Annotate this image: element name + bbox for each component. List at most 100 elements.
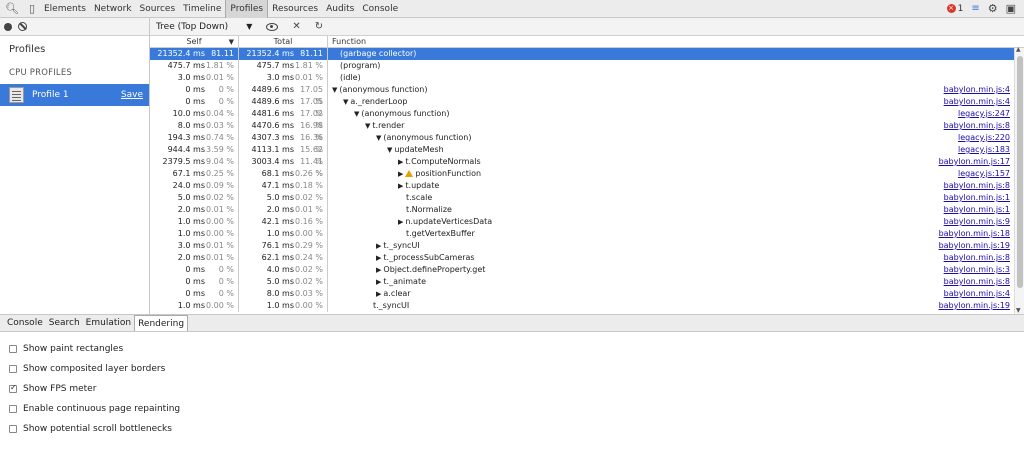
scroll-up-icon[interactable]: ▲ (1016, 46, 1021, 53)
clear-icon[interactable] (18, 22, 27, 31)
table-row[interactable]: 8.0 ms 0.03 % 4470.6 ms 16.98 % ▼ t.render bab… (150, 120, 1024, 142)
function-cell: ▶ positionFunction legacy.js:157 (328, 168, 1024, 180)
error-counter[interactable]: × 1 (946, 4, 963, 14)
tab-console[interactable]: Console (358, 0, 402, 18)
tab-sources[interactable]: Sources (136, 0, 180, 18)
source-link[interactable]: legacy.js:183 (958, 144, 1010, 156)
dock-side-icon[interactable]: ▣ (1006, 2, 1016, 15)
scroll-down-icon[interactable]: ▼ (1016, 307, 1021, 314)
option-checkbox[interactable] (9, 425, 17, 433)
tab-network[interactable]: Network (90, 0, 136, 18)
table-row[interactable]: 10.0 ms 0.04 % 4481.6 ms 17.02 % ▼ (anonymous… (150, 108, 1024, 130)
expanded-triangle-icon[interactable]: ▼ (387, 146, 392, 154)
table-row[interactable]: 2.0 ms 0.01 % 62.1 ms 0.24 % ▶ t._processSubC… (150, 252, 1024, 264)
option-checkbox[interactable] (9, 383, 17, 393)
tab-elements[interactable]: Elements (40, 0, 90, 18)
source-link[interactable]: babylon.min.js:18 (939, 228, 1010, 240)
scrollbar-thumb[interactable] (1017, 56, 1023, 288)
table-row[interactable]: 0 ms 0 % 4489.6 ms 17.05 % ▼ (anonymous funct… (150, 84, 1024, 106)
tab-audits[interactable]: Audits (322, 0, 358, 18)
expanded-triangle-icon[interactable]: ▼ (365, 122, 370, 130)
option-label[interactable]: Show composited layer borders (23, 364, 165, 374)
table-row[interactable]: 67.1 ms 0.25 % 68.1 ms 0.26 % ▶ positionFunct… (150, 168, 1024, 180)
source-link[interactable]: babylon.min.js:8 (944, 252, 1010, 264)
expanded-triangle-icon[interactable]: ▼ (343, 98, 348, 106)
option-label[interactable]: Show FPS meter (23, 384, 96, 394)
drawer-tab-search[interactable]: Search (46, 315, 83, 331)
option-checkbox[interactable] (9, 405, 17, 413)
search-icon[interactable]: 🔍︎ (4, 0, 20, 18)
source-link[interactable]: legacy.js:220 (958, 132, 1010, 144)
table-row[interactable]: 0 ms 0 % 8.0 ms 0.03 % ▶ a.clear babylon.min.j… (150, 288, 1024, 300)
header-function[interactable]: Function (328, 36, 1024, 47)
expanded-triangle-icon[interactable]: ▼ (332, 86, 337, 94)
settings-gear-icon[interactable]: ⚙ (988, 2, 998, 15)
device-mode-icon[interactable]: ▯ (24, 0, 40, 18)
save-link[interactable]: Save (121, 90, 143, 100)
table-row[interactable]: 2.0 ms 0.01 % 2.0 ms 0.01 % t.Normalize babyl… (150, 204, 1024, 216)
table-row[interactable]: 2379.5 ms 9.04 % 3003.4 ms 11.41 % ▶ t.Comput… (150, 156, 1024, 178)
vertical-scrollbar[interactable]: ▲ ▼ (1014, 46, 1024, 314)
restore-reload-icon[interactable]: ↻ (315, 21, 323, 32)
collapsed-triangle-icon[interactable]: ▶ (376, 278, 381, 286)
drawer-tab-emulation[interactable]: Emulation (83, 315, 134, 331)
view-mode-select[interactable]: Tree (Top Down) ▼ (156, 22, 252, 32)
collapsed-triangle-icon[interactable]: ▶ (398, 158, 403, 166)
option-label[interactable]: Enable continuous page repainting (23, 404, 180, 414)
table-row[interactable]: 21352.4 ms 81.11 % 21352.4 ms 81.11 % (garba… (150, 48, 1024, 70)
table-row[interactable]: 1.0 ms 0.00 % 42.1 ms 0.16 % ▶ n.updateVertic… (150, 216, 1024, 228)
table-row[interactable]: 3.0 ms 0.01 % 3.0 ms 0.01 % (idle) (150, 72, 1024, 84)
expanded-triangle-icon[interactable]: ▼ (376, 134, 381, 142)
table-row[interactable]: 24.0 ms 0.09 % 47.1 ms 0.18 % ▶ t.update babyl… (150, 180, 1024, 192)
collapsed-triangle-icon[interactable]: ▶ (376, 254, 381, 262)
expanded-triangle-icon[interactable]: ▼ (354, 110, 359, 118)
table-row[interactable]: 194.3 ms 0.74 % 4307.3 ms 16.36 % ▼ (anonymou… (150, 132, 1024, 154)
source-link[interactable]: legacy.js:157 (958, 168, 1010, 180)
source-link[interactable]: babylon.min.js:4 (944, 96, 1010, 108)
header-self[interactable]: Self ▼ (150, 36, 239, 47)
source-link[interactable]: babylon.min.js:1 (944, 204, 1010, 216)
header-total[interactable]: Total (239, 36, 328, 47)
source-link[interactable]: babylon.min.js:8 (944, 120, 1010, 132)
table-row[interactable]: 0 ms 0 % 4.0 ms 0.02 % ▶ Object.definePropert… (150, 264, 1024, 276)
exclude-close-icon[interactable]: ✕ (292, 21, 300, 32)
collapsed-triangle-icon[interactable]: ▶ (376, 242, 381, 250)
source-link[interactable]: babylon.min.js:19 (939, 240, 1010, 252)
table-row[interactable]: 5.0 ms 0.02 % 5.0 ms 0.02 % t.scale babylon.m… (150, 192, 1024, 204)
source-link[interactable]: babylon.min.js:4 (944, 84, 1010, 96)
drawer-tab-console[interactable]: Console (4, 315, 46, 331)
drawer-tab-rendering[interactable]: Rendering (134, 315, 189, 331)
focus-eye-icon[interactable] (266, 22, 279, 31)
table-row[interactable]: 1.0 ms 0.00 % 1.0 ms 0.00 % t.getVertexBuffe… (150, 228, 1024, 240)
source-link[interactable]: legacy.js:247 (958, 108, 1010, 120)
table-row[interactable]: 1.0 ms 0.00 % 1.0 ms 0.00 % t._syncUI babylon… (150, 300, 1024, 312)
source-link[interactable]: babylon.min.js:9 (944, 216, 1010, 228)
collapsed-triangle-icon[interactable]: ▶ (376, 290, 381, 298)
source-link[interactable]: babylon.min.js:3 (944, 264, 1010, 276)
option-label[interactable]: Show potential scroll bottlenecks (23, 424, 172, 434)
tab-resources[interactable]: Resources (268, 0, 322, 18)
collapsed-triangle-icon[interactable]: ▶ (398, 182, 403, 190)
collapsed-triangle-icon[interactable]: ▶ (376, 266, 381, 274)
source-link[interactable]: babylon.min.js:1 (944, 192, 1010, 204)
source-link[interactable]: babylon.min.js:19 (939, 300, 1010, 312)
option-checkbox[interactable] (9, 345, 17, 353)
collapsed-triangle-icon[interactable]: ▶ (398, 170, 403, 178)
sidebar-item-profile-1[interactable]: Profile 1 Save (0, 84, 149, 106)
collapsed-triangle-icon[interactable]: ▶ (398, 218, 403, 226)
option-checkbox[interactable] (9, 365, 17, 373)
table-row[interactable]: 0 ms 0 % 5.0 ms 0.02 % ▶ t._animate babylon.mi… (150, 276, 1024, 288)
tab-timeline[interactable]: Timeline (179, 0, 225, 18)
console-drawer-icon[interactable]: ≡ (971, 3, 979, 14)
table-row[interactable]: 3.0 ms 0.01 % 76.1 ms 0.29 % ▶ t._syncUI babyl… (150, 240, 1024, 252)
source-link[interactable]: babylon.min.js:17 (939, 156, 1010, 168)
table-row[interactable]: 475.7 ms 1.81 % 475.7 ms 1.81 % (program) (150, 60, 1024, 72)
source-link[interactable]: babylon.min.js:8 (944, 276, 1010, 288)
tab-profiles[interactable]: Profiles (225, 0, 269, 18)
table-row[interactable]: 944.4 ms 3.59 % 4113.1 ms 15.62 % ▼ updateMes… (150, 144, 1024, 166)
source-link[interactable]: babylon.min.js:8 (944, 180, 1010, 192)
source-link[interactable]: babylon.min.js:4 (944, 288, 1010, 300)
record-icon[interactable] (4, 22, 12, 31)
option-label[interactable]: Show paint rectangles (23, 344, 123, 354)
table-row[interactable]: 0 ms 0 % 4489.6 ms 17.05 % ▼ a._renderLoop bab… (150, 96, 1024, 118)
